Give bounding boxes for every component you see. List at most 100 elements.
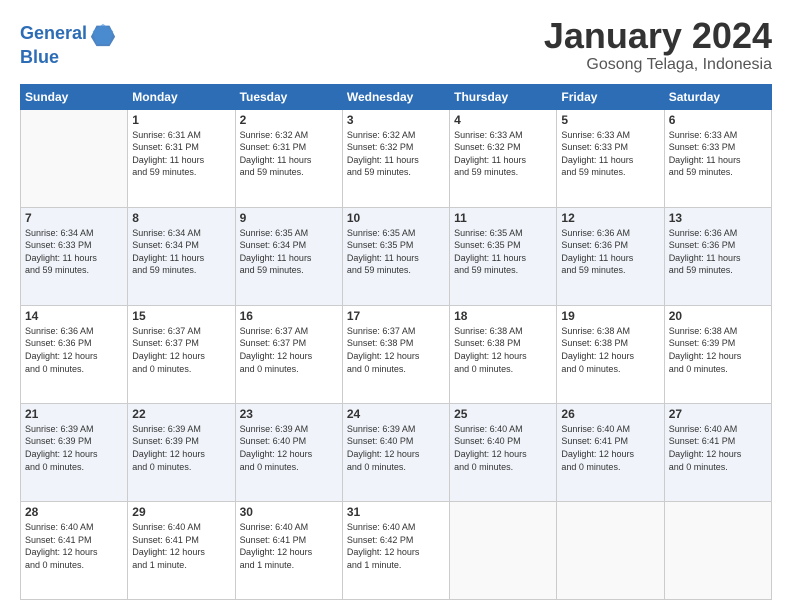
table-row: 6 Sunrise: 6:33 AM Sunset: 6:33 PM Daylig… xyxy=(664,109,771,207)
table-row: 13 Sunrise: 6:36 AM Sunset: 6:36 PM Dayli… xyxy=(664,207,771,305)
table-row: 25Sunrise: 6:40 AM Sunset: 6:40 PM Dayli… xyxy=(450,403,557,501)
table-row xyxy=(21,109,128,207)
day-info: Sunrise: 6:38 AM Sunset: 6:39 PM Dayligh… xyxy=(669,325,767,375)
day-info: Sunrise: 6:35 AM Sunset: 6:35 PM Dayligh… xyxy=(347,227,445,277)
logo-text2: Blue xyxy=(20,48,117,68)
day-number: 11 xyxy=(454,211,552,225)
header-wednesday: Wednesday xyxy=(342,84,449,109)
table-row xyxy=(450,501,557,599)
day-info: Sunrise: 6:32 AM Sunset: 6:31 PM Dayligh… xyxy=(240,129,338,179)
calendar-row-5: 28 Sunrise: 6:40 AM Sunset: 6:41 PM Dayli… xyxy=(21,501,772,599)
day-info: Sunrise: 6:39 AM Sunset: 6:40 PM Dayligh… xyxy=(347,423,445,473)
day-info: Sunrise: 6:40 AM Sunset: 6:41 PM Dayligh… xyxy=(240,521,338,571)
day-number: 14 xyxy=(25,309,123,323)
day-info: Sunrise: 6:33 AM Sunset: 6:33 PM Dayligh… xyxy=(669,129,767,179)
day-number: 27 xyxy=(669,407,767,421)
day-info: Sunrise: 6:34 AM Sunset: 6:34 PM Dayligh… xyxy=(132,227,230,277)
table-row: 11 Sunrise: 6:35 AM Sunset: 6:35 PM Dayli… xyxy=(450,207,557,305)
calendar-row-2: 7 Sunrise: 6:34 AM Sunset: 6:33 PM Daylig… xyxy=(21,207,772,305)
calendar-row-4: 21 Sunrise: 6:39 AM Sunset: 6:39 PM Dayli… xyxy=(21,403,772,501)
calendar: Sunday Monday Tuesday Wednesday Thursday… xyxy=(20,84,772,600)
day-number: 28 xyxy=(25,505,123,519)
table-row: 28 Sunrise: 6:40 AM Sunset: 6:41 PM Dayli… xyxy=(21,501,128,599)
day-info: Sunrise: 6:39 AM Sunset: 6:39 PM Dayligh… xyxy=(25,423,123,473)
day-number: 1 xyxy=(132,113,230,127)
day-number: 26 xyxy=(561,407,659,421)
day-number: 4 xyxy=(454,113,552,127)
calendar-row-1: 1 Sunrise: 6:31 AM Sunset: 6:31 PM Daylig… xyxy=(21,109,772,207)
day-number: 22 xyxy=(132,407,230,421)
table-row: 22 Sunrise: 6:39 AM Sunset: 6:39 PM Dayli… xyxy=(128,403,235,501)
calendar-row-3: 14Sunrise: 6:36 AM Sunset: 6:36 PM Dayli… xyxy=(21,305,772,403)
day-number: 13 xyxy=(669,211,767,225)
logo-text: General xyxy=(20,24,87,44)
header-tuesday: Tuesday xyxy=(235,84,342,109)
table-row: 9Sunrise: 6:35 AM Sunset: 6:34 PM Daylig… xyxy=(235,207,342,305)
header-monday: Monday xyxy=(128,84,235,109)
day-info: Sunrise: 6:34 AM Sunset: 6:33 PM Dayligh… xyxy=(25,227,123,277)
day-info: Sunrise: 6:36 AM Sunset: 6:36 PM Dayligh… xyxy=(669,227,767,277)
table-row: 27 Sunrise: 6:40 AM Sunset: 6:41 PM Dayli… xyxy=(664,403,771,501)
day-number: 16 xyxy=(240,309,338,323)
table-row: 1 Sunrise: 6:31 AM Sunset: 6:31 PM Daylig… xyxy=(128,109,235,207)
day-number: 3 xyxy=(347,113,445,127)
table-row xyxy=(557,501,664,599)
table-row: 3 Sunrise: 6:32 AM Sunset: 6:32 PM Daylig… xyxy=(342,109,449,207)
day-info: Sunrise: 6:37 AM Sunset: 6:37 PM Dayligh… xyxy=(132,325,230,375)
day-number: 23 xyxy=(240,407,338,421)
table-row: 29 Sunrise: 6:40 AM Sunset: 6:41 PM Dayli… xyxy=(128,501,235,599)
table-row: 2 Sunrise: 6:32 AM Sunset: 6:31 PM Daylig… xyxy=(235,109,342,207)
day-info: Sunrise: 6:40 AM Sunset: 6:41 PM Dayligh… xyxy=(669,423,767,473)
title-block: January 2024 Gosong Telaga, Indonesia xyxy=(544,16,772,74)
day-info: Sunrise: 6:40 AM Sunset: 6:42 PM Dayligh… xyxy=(347,521,445,571)
month-title: January 2024 xyxy=(544,16,772,56)
day-info: Sunrise: 6:40 AM Sunset: 6:41 PM Dayligh… xyxy=(132,521,230,571)
header-sunday: Sunday xyxy=(21,84,128,109)
day-info: Sunrise: 6:39 AM Sunset: 6:39 PM Dayligh… xyxy=(132,423,230,473)
day-number: 20 xyxy=(669,309,767,323)
table-row: 5Sunrise: 6:33 AM Sunset: 6:33 PM Daylig… xyxy=(557,109,664,207)
day-number: 29 xyxy=(132,505,230,519)
table-row: 31 Sunrise: 6:40 AM Sunset: 6:42 PM Dayli… xyxy=(342,501,449,599)
day-info: Sunrise: 6:33 AM Sunset: 6:32 PM Dayligh… xyxy=(454,129,552,179)
day-number: 15 xyxy=(132,309,230,323)
header-saturday: Saturday xyxy=(664,84,771,109)
day-info: Sunrise: 6:38 AM Sunset: 6:38 PM Dayligh… xyxy=(561,325,659,375)
table-row: 8 Sunrise: 6:34 AM Sunset: 6:34 PM Daylig… xyxy=(128,207,235,305)
day-info: Sunrise: 6:39 AM Sunset: 6:40 PM Dayligh… xyxy=(240,423,338,473)
day-number: 31 xyxy=(347,505,445,519)
day-number: 19 xyxy=(561,309,659,323)
table-row: 15 Sunrise: 6:37 AM Sunset: 6:37 PM Dayli… xyxy=(128,305,235,403)
table-row: 30 Sunrise: 6:40 AM Sunset: 6:41 PM Dayli… xyxy=(235,501,342,599)
table-row: 21 Sunrise: 6:39 AM Sunset: 6:39 PM Dayli… xyxy=(21,403,128,501)
table-row: 18Sunrise: 6:38 AM Sunset: 6:38 PM Dayli… xyxy=(450,305,557,403)
day-number: 8 xyxy=(132,211,230,225)
header-thursday: Thursday xyxy=(450,84,557,109)
day-info: Sunrise: 6:40 AM Sunset: 6:40 PM Dayligh… xyxy=(454,423,552,473)
table-row: 26 Sunrise: 6:40 AM Sunset: 6:41 PM Dayli… xyxy=(557,403,664,501)
day-number: 10 xyxy=(347,211,445,225)
day-number: 21 xyxy=(25,407,123,421)
table-row: 14Sunrise: 6:36 AM Sunset: 6:36 PM Dayli… xyxy=(21,305,128,403)
day-info: Sunrise: 6:33 AM Sunset: 6:33 PM Dayligh… xyxy=(561,129,659,179)
day-number: 2 xyxy=(240,113,338,127)
day-info: Sunrise: 6:37 AM Sunset: 6:37 PM Dayligh… xyxy=(240,325,338,375)
day-info: Sunrise: 6:40 AM Sunset: 6:41 PM Dayligh… xyxy=(25,521,123,571)
table-row xyxy=(664,501,771,599)
calendar-header-row: Sunday Monday Tuesday Wednesday Thursday… xyxy=(21,84,772,109)
day-info: Sunrise: 6:40 AM Sunset: 6:41 PM Dayligh… xyxy=(561,423,659,473)
table-row: 16 Sunrise: 6:37 AM Sunset: 6:37 PM Dayli… xyxy=(235,305,342,403)
day-info: Sunrise: 6:31 AM Sunset: 6:31 PM Dayligh… xyxy=(132,129,230,179)
day-number: 7 xyxy=(25,211,123,225)
table-row: 19 Sunrise: 6:38 AM Sunset: 6:38 PM Dayli… xyxy=(557,305,664,403)
location-subtitle: Gosong Telaga, Indonesia xyxy=(544,56,772,74)
day-info: Sunrise: 6:37 AM Sunset: 6:38 PM Dayligh… xyxy=(347,325,445,375)
day-number: 24 xyxy=(347,407,445,421)
day-number: 30 xyxy=(240,505,338,519)
day-info: Sunrise: 6:32 AM Sunset: 6:32 PM Dayligh… xyxy=(347,129,445,179)
day-info: Sunrise: 6:35 AM Sunset: 6:35 PM Dayligh… xyxy=(454,227,552,277)
day-number: 6 xyxy=(669,113,767,127)
table-row: 23 Sunrise: 6:39 AM Sunset: 6:40 PM Dayli… xyxy=(235,403,342,501)
header-friday: Friday xyxy=(557,84,664,109)
header: General Blue January 2024 Gosong Telaga,… xyxy=(20,16,772,74)
